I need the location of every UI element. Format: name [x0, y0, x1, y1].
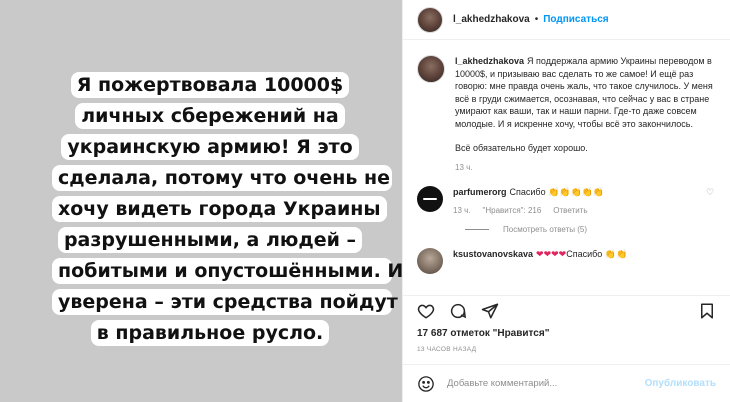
media-text-line: разрушенными, а людей –: [57, 227, 363, 253]
caption-text-2: Всё обязательно будет хорошо.: [455, 143, 588, 153]
heart-emojis: ❤❤❤❤: [536, 249, 567, 259]
comment-time[interactable]: 13 ч.: [453, 206, 471, 215]
comments-list[interactable]: l_akhedzhakova Я поддержала армию Украины…: [403, 41, 730, 294]
clap-emojis: 👏👏: [604, 249, 628, 259]
media-text-line: украинскую армию! Я это: [61, 134, 359, 160]
share-icon[interactable]: [481, 302, 499, 320]
caption-item: l_akhedzhakova Я поддержала армию Украины…: [417, 55, 716, 172]
post-time-ago[interactable]: 13 часов назад: [417, 346, 476, 353]
add-comment-bar: Опубликовать: [403, 364, 730, 402]
heart-icon[interactable]: [417, 302, 435, 320]
media-text-line: уверена – эти средства пойдут: [52, 289, 398, 315]
comment-item: ksustovanovskava ❤❤❤❤Спасибо 👏👏: [417, 248, 716, 274]
comment-like-icon[interactable]: ♡: [704, 186, 716, 198]
author-username[interactable]: l_akhedzhakova: [453, 14, 530, 25]
likes-count[interactable]: 17 687 отметок "Нравится": [417, 328, 549, 339]
comment-body: Спасибо: [566, 249, 603, 259]
comment-input[interactable]: [447, 378, 645, 389]
post-header: l_akhedzhakova • Подписаться: [403, 0, 730, 40]
caption-body: Я поддержала армию Украины переводом в 1…: [455, 56, 713, 129]
comment-username[interactable]: parfumerorg: [453, 187, 507, 197]
view-replies-button[interactable]: Посмотреть ответы (5): [465, 225, 716, 234]
media-text-line: в правильное русло.: [90, 320, 330, 346]
media-text-line: личных сбережений на: [75, 103, 345, 129]
media-text-line: побитыми и опустошёнными. И: [52, 258, 402, 284]
view-replies-label: Посмотреть ответы (5): [503, 225, 588, 234]
post-side-panel: l_akhedzhakova • Подписаться l_akhedzhak…: [402, 0, 730, 402]
comment-likes[interactable]: "Нравится": 216: [483, 206, 542, 215]
post-actions-bar: [403, 295, 730, 325]
comment-text: ksustovanovskava ❤❤❤❤Спасибо 👏👏: [453, 248, 716, 261]
clap-emojis: 👏👏👏👏👏: [548, 186, 605, 197]
caption-avatar[interactable]: [417, 55, 445, 83]
media-text-line: Я пожертвовала 10000$: [70, 72, 350, 98]
publish-button[interactable]: Опубликовать: [645, 378, 716, 389]
replies-divider: [465, 229, 489, 230]
author-avatar[interactable]: [417, 6, 443, 33]
media-text-line: хочу видеть города Украины: [52, 196, 387, 222]
separator-dot: •: [534, 14, 539, 25]
comment-text: parfumerorg Спасибо 👏👏👏👏👏: [453, 186, 704, 199]
comment-icon[interactable]: [449, 302, 467, 320]
comment-body: Спасибо: [509, 186, 546, 197]
comment-username[interactable]: ksustovanovskava: [453, 249, 533, 259]
commenter-avatar[interactable]: [417, 248, 443, 274]
bookmark-icon[interactable]: [698, 302, 716, 320]
caption-username[interactable]: l_akhedzhakova: [455, 56, 524, 66]
post-media: Я пожертвовала 10000$ личных сбережений н…: [0, 0, 402, 402]
media-text-block: Я пожертвовала 10000$ личных сбережений н…: [52, 72, 402, 351]
reply-button[interactable]: Ответить: [553, 206, 587, 215]
media-text-line: сделала, потому что очень не: [52, 165, 392, 191]
commenter-avatar[interactable]: [417, 185, 443, 212]
caption-time[interactable]: 13 ч.: [455, 163, 473, 172]
caption-text: l_akhedzhakova Я поддержала армию Украины…: [455, 55, 716, 130]
emoji-icon[interactable]: [417, 375, 435, 393]
comment-item: parfumerorg Спасибо 👏👏👏👏👏 13 ч. "Нравится…: [417, 185, 716, 215]
follow-button[interactable]: Подписаться: [543, 14, 608, 25]
